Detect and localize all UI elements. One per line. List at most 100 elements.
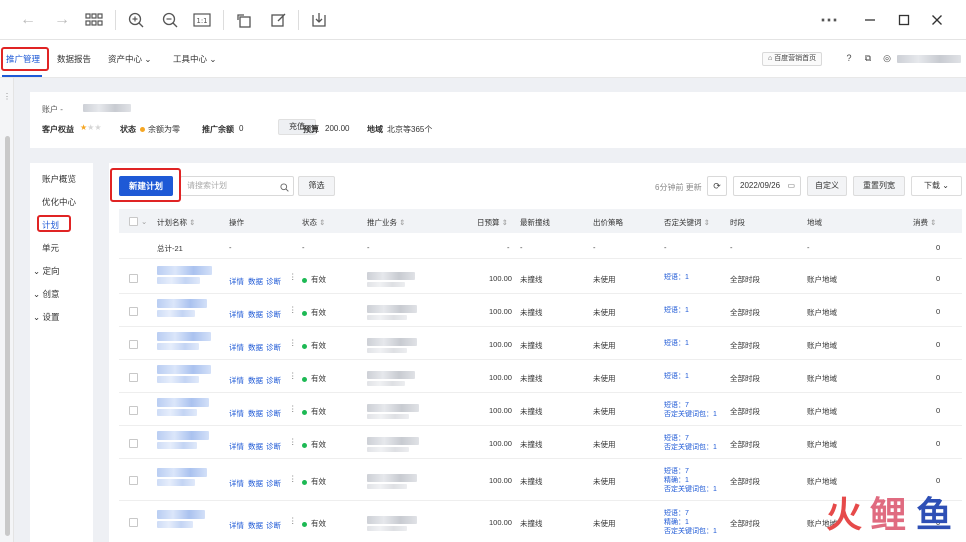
- plan-name-redacted[interactable]: [157, 332, 211, 341]
- region-cell[interactable]: 账户地域: [807, 406, 837, 417]
- negative-keyword-link[interactable]: 短语：7: [664, 434, 689, 443]
- plan-name-redacted[interactable]: [157, 510, 205, 519]
- region-cell[interactable]: 账户地域: [807, 307, 837, 318]
- help-icon[interactable]: ?: [843, 52, 855, 64]
- detail-link[interactable]: 详情: [229, 342, 244, 353]
- rotate-icon[interactable]: [234, 10, 254, 30]
- budget-cell[interactable]: 100.00: [489, 476, 512, 485]
- data-link[interactable]: 数据: [248, 342, 263, 353]
- chevron-down-icon[interactable]: ⌄: [141, 217, 147, 226]
- side-item-overview[interactable]: 账户概览: [42, 173, 76, 185]
- side-item-creative[interactable]: ⌄ 创意: [33, 288, 60, 300]
- more-actions-icon[interactable]: ⋮: [289, 371, 297, 380]
- detail-link[interactable]: 详情: [229, 408, 244, 419]
- negative-keyword-link[interactable]: 短语：1: [664, 339, 689, 348]
- negative-keyword-link[interactable]: 短语：7: [664, 401, 689, 410]
- col-negative[interactable]: 否定关键词 ⇕: [664, 217, 710, 228]
- drag-handle-icon[interactable]: ⋮: [3, 92, 11, 101]
- region-value[interactable]: 北京等365个: [387, 124, 432, 135]
- data-link[interactable]: 数据: [248, 309, 263, 320]
- col-budget[interactable]: 日预算 ⇕: [477, 217, 508, 228]
- negative-keyword-link[interactable]: 否定关键词包：1: [664, 443, 717, 452]
- budget-cell[interactable]: 100.00: [489, 340, 512, 349]
- diagnose-link[interactable]: 诊断: [266, 478, 281, 489]
- negative-keyword-link[interactable]: 否定关键词包：1: [664, 485, 717, 494]
- row-checkbox[interactable]: [129, 373, 138, 382]
- plan-name-redacted[interactable]: [157, 468, 207, 477]
- plan-name-redacted[interactable]: [157, 343, 199, 350]
- more-actions-icon[interactable]: ⋮: [289, 404, 297, 413]
- detail-link[interactable]: 详情: [229, 478, 244, 489]
- data-link[interactable]: 数据: [248, 520, 263, 531]
- time-cell[interactable]: 全部时段: [730, 340, 760, 351]
- plan-name-redacted[interactable]: [157, 442, 197, 449]
- negative-keyword-link[interactable]: 否定关键词包：1: [664, 410, 717, 419]
- side-item-targeting[interactable]: ⌄ 定向: [33, 265, 60, 277]
- maximize-icon[interactable]: [894, 10, 914, 30]
- col-business[interactable]: 推广业务 ⇕: [367, 217, 405, 228]
- user-icon[interactable]: ◎: [881, 52, 893, 64]
- more-actions-icon[interactable]: ⋮: [289, 305, 297, 314]
- diagnose-link[interactable]: 诊断: [266, 375, 281, 386]
- plan-name-redacted[interactable]: [157, 409, 197, 416]
- date-picker[interactable]: 2022/09/26 ▭: [733, 176, 801, 196]
- detail-link[interactable]: 详情: [229, 375, 244, 386]
- time-cell[interactable]: 全部时段: [730, 307, 760, 318]
- negative-keyword-link[interactable]: 短语：1: [664, 273, 689, 282]
- download-dropdown[interactable]: 下载 ⌄: [911, 176, 962, 196]
- search-icon[interactable]: [280, 180, 289, 198]
- col-cost[interactable]: 消费 ⇕: [913, 217, 936, 228]
- diagnose-link[interactable]: 诊断: [266, 309, 281, 320]
- copy-icon[interactable]: ⧉: [862, 52, 874, 64]
- detail-link[interactable]: 详情: [229, 520, 244, 531]
- row-checkbox[interactable]: [129, 340, 138, 349]
- budget-cell[interactable]: 100.00: [489, 439, 512, 448]
- plan-name-redacted[interactable]: [157, 431, 209, 440]
- plan-name-redacted[interactable]: [157, 277, 200, 284]
- row-checkbox[interactable]: [129, 518, 138, 527]
- time-cell[interactable]: 全部时段: [730, 476, 760, 487]
- nav-item-reports[interactable]: 数据报告: [57, 53, 91, 65]
- negative-keyword-link[interactable]: 否定关键词包：1: [664, 527, 717, 536]
- more-actions-icon[interactable]: ⋮: [289, 437, 297, 446]
- region-cell[interactable]: 账户地域: [807, 274, 837, 285]
- zoom-out-icon[interactable]: [160, 10, 180, 30]
- filter-button[interactable]: 筛选: [298, 176, 335, 196]
- data-link[interactable]: 数据: [248, 276, 263, 287]
- close-icon[interactable]: [927, 10, 947, 30]
- more-actions-icon[interactable]: ⋮: [289, 272, 297, 281]
- region-cell[interactable]: 账户地域: [807, 476, 837, 487]
- negative-keyword-link[interactable]: 精确：1: [664, 476, 689, 485]
- row-checkbox[interactable]: [129, 274, 138, 283]
- plan-name-redacted[interactable]: [157, 365, 211, 374]
- negative-keyword-link[interactable]: 短语：7: [664, 509, 689, 518]
- plan-name-redacted[interactable]: [157, 310, 195, 317]
- plan-name-redacted[interactable]: [157, 376, 199, 383]
- budget-cell[interactable]: 100.00: [489, 307, 512, 316]
- row-checkbox[interactable]: [129, 439, 138, 448]
- data-link[interactable]: 数据: [248, 408, 263, 419]
- diagnose-link[interactable]: 诊断: [266, 276, 281, 287]
- forward-icon[interactable]: →: [52, 10, 72, 30]
- more-actions-icon[interactable]: ⋮: [289, 338, 297, 347]
- detail-link[interactable]: 详情: [229, 276, 244, 287]
- customize-button[interactable]: 自定义: [807, 176, 847, 196]
- side-item-settings[interactable]: ⌄ 设置: [33, 311, 60, 323]
- budget-cell[interactable]: 100.00: [489, 518, 512, 527]
- detail-link[interactable]: 详情: [229, 309, 244, 320]
- reset-columns-button[interactable]: 重置列宽: [853, 176, 905, 196]
- budget-cell[interactable]: 100.00: [489, 274, 512, 283]
- plan-name-redacted[interactable]: [157, 521, 193, 528]
- nav-item-tools[interactable]: 工具中心 ⌄: [173, 53, 217, 65]
- negative-keyword-link[interactable]: 短语：1: [664, 372, 689, 381]
- row-checkbox[interactable]: [129, 476, 138, 485]
- negative-keyword-link[interactable]: 精确：1: [664, 518, 689, 527]
- more-icon[interactable]: ⋯: [819, 10, 839, 30]
- data-link[interactable]: 数据: [248, 441, 263, 452]
- region-cell[interactable]: 账户地域: [807, 340, 837, 351]
- negative-keyword-link[interactable]: 短语：1: [664, 306, 689, 315]
- budget-value[interactable]: 200.00: [325, 124, 349, 133]
- more-actions-icon[interactable]: ⋮: [289, 474, 297, 483]
- side-item-optimize[interactable]: 优化中心: [42, 196, 76, 208]
- budget-cell[interactable]: 100.00: [489, 373, 512, 382]
